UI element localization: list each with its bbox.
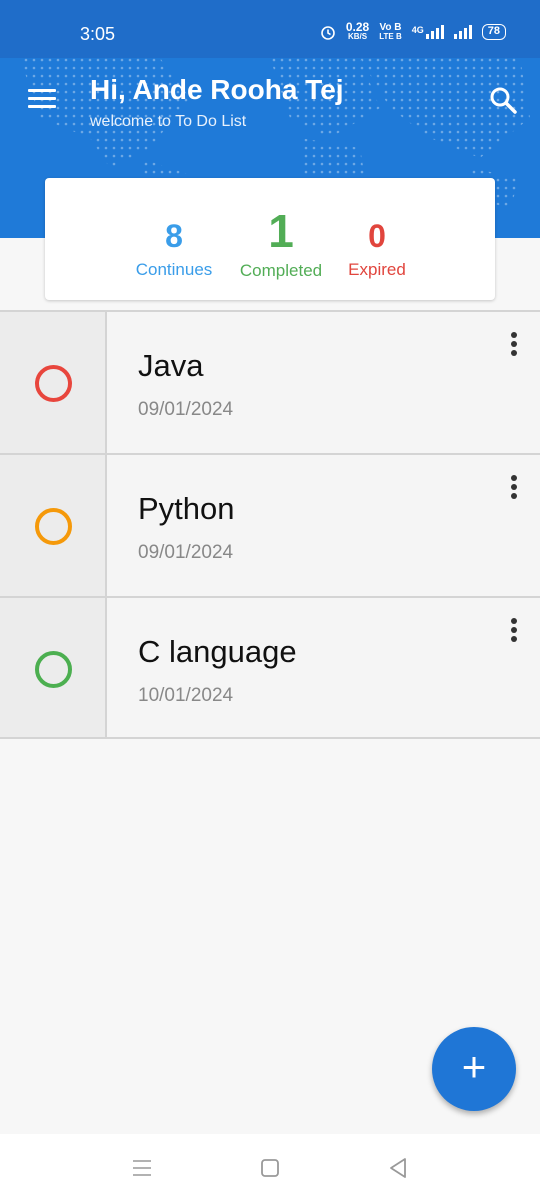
volte-indicator: Vo B LTE B bbox=[379, 22, 402, 42]
task-title: Python bbox=[138, 491, 235, 526]
completed-label: Completed bbox=[239, 261, 323, 280]
status-bar: 3:05 0.28 KB/S Vo B LTE B 4G 78 bbox=[0, 0, 540, 58]
stat-continues[interactable]: 8 Continues bbox=[134, 218, 214, 280]
greeting-subtitle: welcome to To Do List bbox=[90, 113, 247, 130]
battery-indicator: 78 bbox=[481, 24, 506, 40]
network-speed: 0.28 KB/S bbox=[345, 20, 370, 41]
menu-icon[interactable] bbox=[28, 89, 56, 111]
volte-top: Vo B bbox=[379, 22, 402, 33]
more-vertical-icon[interactable] bbox=[504, 475, 524, 505]
completed-count: 1 bbox=[268, 205, 294, 257]
search-icon[interactable] bbox=[488, 85, 518, 115]
home-icon[interactable] bbox=[258, 1156, 282, 1180]
greeting-title: Hi, Ande Rooha Tej bbox=[90, 74, 344, 105]
system-nav-bar bbox=[0, 1134, 540, 1200]
stat-expired[interactable]: 0 Expired bbox=[337, 218, 417, 280]
net-speed-value: 0.28 bbox=[345, 20, 370, 34]
task-date: 09/01/2024 bbox=[138, 399, 234, 420]
task-item[interactable]: Java 09/01/2024 bbox=[0, 310, 540, 453]
continues-count: 8 bbox=[165, 218, 183, 254]
network-type: 4G bbox=[411, 25, 424, 35]
task-title: C language bbox=[138, 634, 297, 669]
signal-1: 4G bbox=[412, 25, 444, 39]
status-icons: 0.28 KB/S Vo B LTE B 4G 78 bbox=[320, 20, 506, 42]
status-circle-icon[interactable] bbox=[35, 651, 72, 688]
recent-apps-icon[interactable] bbox=[130, 1156, 154, 1180]
status-time: 3:05 bbox=[80, 24, 116, 44]
add-task-button[interactable]: + bbox=[432, 1027, 516, 1111]
task-status-area[interactable] bbox=[0, 455, 107, 596]
more-vertical-icon[interactable] bbox=[504, 618, 524, 648]
back-icon[interactable] bbox=[386, 1156, 410, 1180]
signal-bars-2-icon bbox=[453, 25, 472, 39]
task-date: 10/01/2024 bbox=[138, 685, 234, 706]
task-title: Java bbox=[138, 348, 204, 383]
signal-bars-icon bbox=[425, 25, 444, 39]
expired-count: 0 bbox=[368, 218, 386, 254]
more-vertical-icon[interactable] bbox=[504, 332, 524, 362]
expired-label: Expired bbox=[348, 260, 406, 279]
task-status-area[interactable] bbox=[0, 598, 107, 737]
volte-bottom: LTE B bbox=[379, 32, 402, 41]
stats-card: 8 Continues 1 Completed 0 Expired bbox=[45, 178, 495, 300]
task-status-area[interactable] bbox=[0, 312, 107, 453]
net-speed-unit: KB/S bbox=[347, 32, 368, 41]
continues-label: Continues bbox=[135, 260, 213, 279]
task-date: 09/01/2024 bbox=[138, 542, 234, 563]
status-circle-icon[interactable] bbox=[35, 365, 72, 402]
task-item[interactable]: C language 10/01/2024 bbox=[0, 596, 540, 739]
status-circle-icon[interactable] bbox=[35, 508, 72, 545]
task-item[interactable]: Python 09/01/2024 bbox=[0, 453, 540, 596]
stat-completed[interactable]: 1 Completed bbox=[231, 204, 331, 281]
alarm-icon bbox=[321, 26, 335, 40]
task-list: Java 09/01/2024 Python 09/01/2024 C lang… bbox=[0, 310, 540, 739]
